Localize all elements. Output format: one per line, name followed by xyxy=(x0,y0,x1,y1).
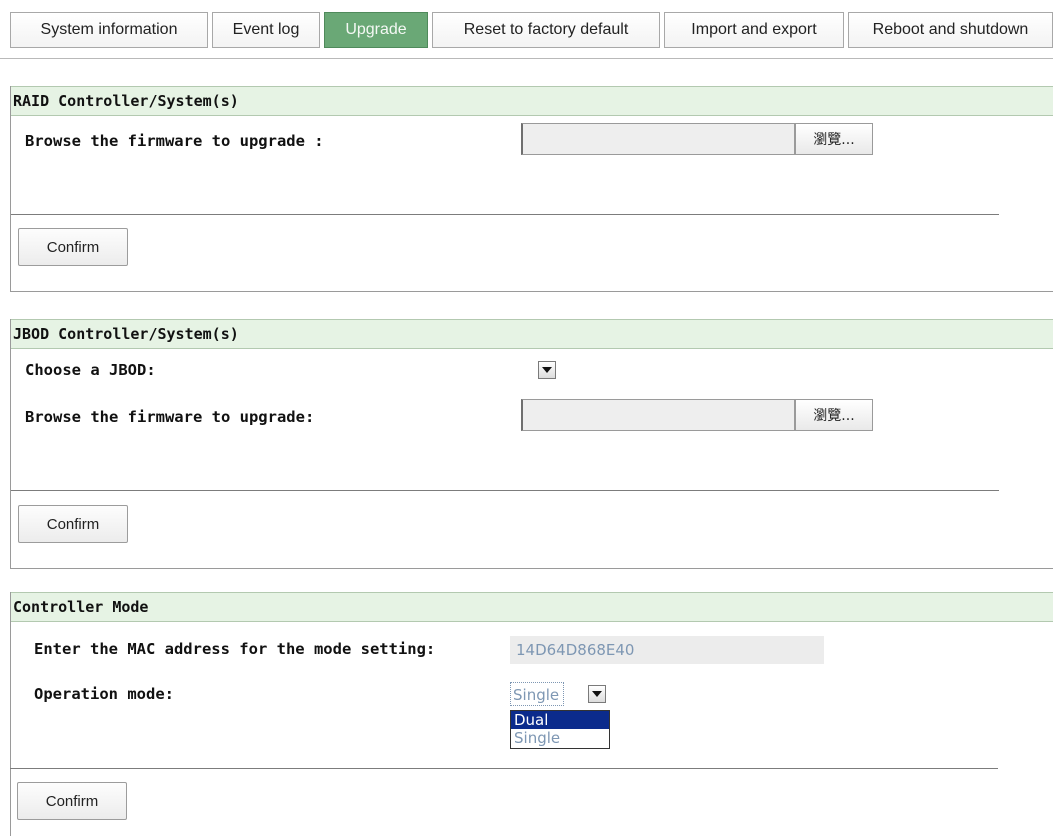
controller-mode-title: Controller Mode xyxy=(11,592,1053,622)
raid-section-title: RAID Controller/System(s) xyxy=(11,86,1053,116)
tab-import-and-export[interactable]: Import and export xyxy=(664,12,844,48)
jbod-browse-label: Browse the firmware to upgrade: xyxy=(25,408,315,426)
raid-confirm-button[interactable]: Confirm xyxy=(18,228,128,266)
dropdown-option-dual[interactable]: Dual xyxy=(511,711,609,729)
operation-mode-select[interactable]: Single xyxy=(510,682,610,706)
chevron-down-icon[interactable] xyxy=(538,361,556,379)
tab-event-log[interactable]: Event log xyxy=(212,12,320,48)
operation-mode-label: Operation mode: xyxy=(34,685,174,703)
jbod-firmware-file-input[interactable] xyxy=(521,399,795,431)
controller-mode-confirm-button[interactable]: Confirm xyxy=(17,782,127,820)
tab-upgrade[interactable]: Upgrade xyxy=(324,12,428,48)
tab-bar: System information Event log Upgrade Res… xyxy=(0,0,1053,59)
raid-firmware-file-input[interactable] xyxy=(521,123,795,155)
raid-browse-button[interactable]: 瀏覽... xyxy=(795,123,873,155)
operation-mode-dropdown-list: Dual Single xyxy=(510,710,610,749)
mac-address-label: Enter the MAC address for the mode setti… xyxy=(34,640,436,658)
dropdown-option-single[interactable]: Single xyxy=(511,729,609,747)
raid-browse-label: Browse the firmware to upgrade : xyxy=(25,132,324,150)
jbod-section-title: JBOD Controller/System(s) xyxy=(11,319,1053,349)
mac-address-field[interactable]: 14D64D868E40 xyxy=(510,636,824,664)
jbod-select[interactable] xyxy=(521,359,557,381)
jbod-section: JBOD Controller/System(s) Choose a JBOD:… xyxy=(10,319,1053,569)
jbod-confirm-button[interactable]: Confirm xyxy=(18,505,128,543)
tab-system-information[interactable]: System information xyxy=(10,12,208,48)
jbod-browse-button[interactable]: 瀏覽... xyxy=(795,399,873,431)
raid-divider xyxy=(11,214,999,215)
tab-reset-to-factory-default[interactable]: Reset to factory default xyxy=(432,12,660,48)
chevron-down-icon[interactable] xyxy=(588,685,606,703)
tab-reboot-and-shutdown[interactable]: Reboot and shutdown xyxy=(848,12,1053,48)
controller-mode-divider xyxy=(10,768,998,769)
operation-mode-value: Single xyxy=(510,682,565,706)
jbod-choose-label: Choose a JBOD: xyxy=(25,361,156,379)
jbod-divider xyxy=(11,490,999,491)
raid-section: RAID Controller/System(s) Browse the fir… xyxy=(10,86,1053,292)
